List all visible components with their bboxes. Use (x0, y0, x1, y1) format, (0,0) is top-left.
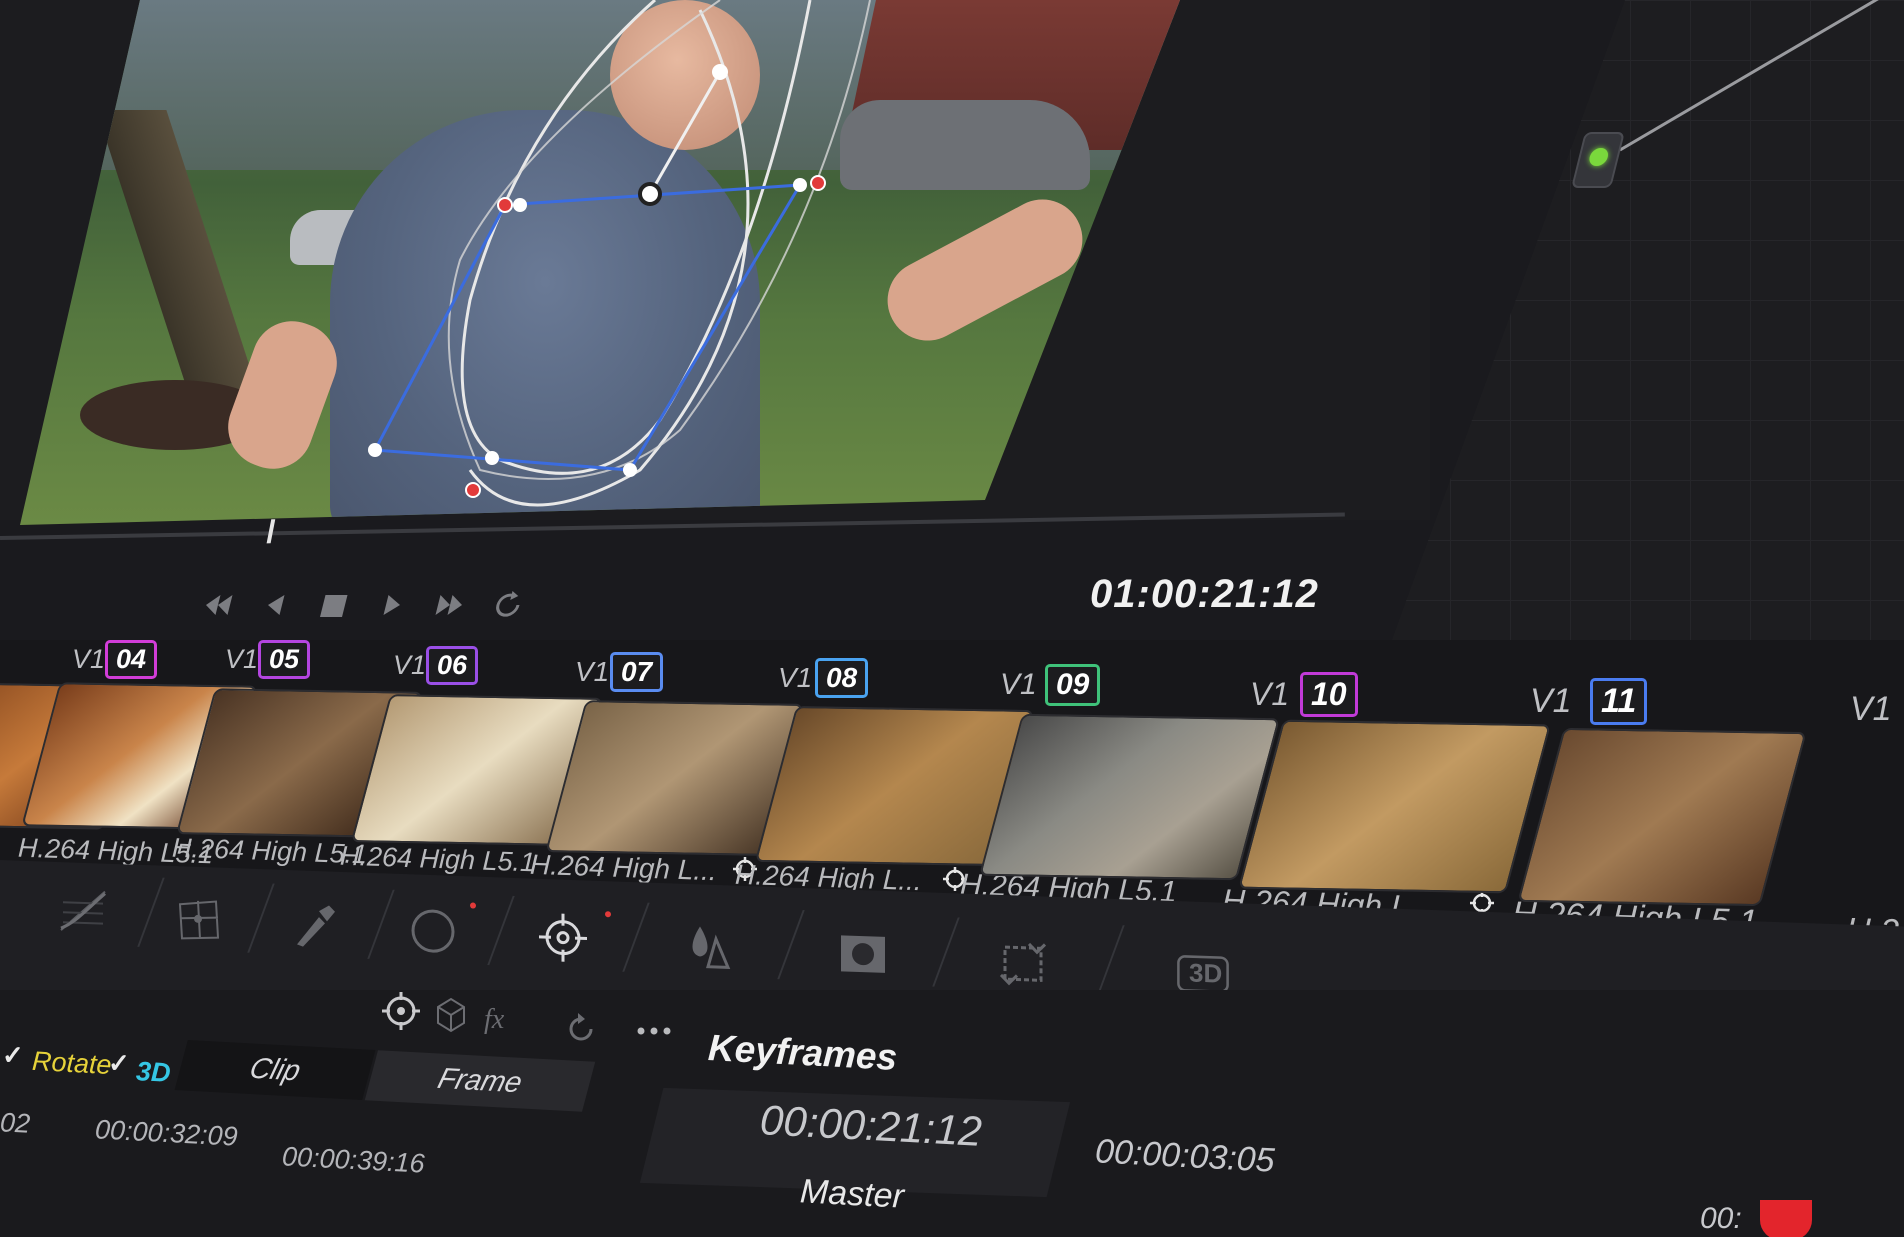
clip-tab[interactable]: Clip (174, 1040, 376, 1100)
clip-number-badge: 08 (815, 658, 869, 698)
key-button[interactable] (835, 925, 891, 983)
tracker-timecode: 00:00:32:09 (94, 1114, 239, 1152)
node-editor-panel[interactable] (1390, 0, 1904, 645)
play-reverse-button[interactable] (254, 587, 299, 623)
keyframe-duration-timecode: 00:00:03:05 (1094, 1132, 1276, 1180)
clip-thumbnail[interactable] (1238, 719, 1551, 894)
clip-track-label: V1 (1000, 668, 1037, 701)
clip-track-label: V1 (72, 644, 106, 674)
toolbar-divider (932, 917, 960, 987)
3d-checkbox[interactable]: ✓ (108, 1048, 130, 1079)
go-to-first-frame-button[interactable] (196, 587, 241, 623)
tracker-window-mode-button[interactable] (380, 990, 422, 1032)
clip-thumbnail[interactable] (978, 713, 1281, 881)
loop-button[interactable] (486, 587, 531, 623)
keyframe-playhead-marker[interactable] (1760, 1200, 1812, 1237)
keyframe-ruler-timecode: 00: (1700, 1202, 1742, 1235)
clip-thumbnail[interactable] (1517, 727, 1807, 907)
clip-track-label: V1 (1530, 682, 1572, 720)
clip-track-label: V1 (225, 644, 259, 674)
clip-number-badge: 07 (610, 652, 664, 692)
tracker-keyframe-area: fx ✓ Rotate ✓ 3D Clip Frame Keyframes 02… (0, 990, 1904, 1237)
subject-arm (873, 185, 1097, 355)
toolbar-divider (367, 889, 395, 959)
skip-back-icon (206, 595, 233, 615)
warp-icon (178, 900, 220, 940)
sizing-button[interactable] (995, 935, 1051, 993)
tracker-icon (539, 913, 587, 962)
tracker-timecode: 02 (0, 1107, 31, 1139)
clip-track-label: V1 (778, 662, 813, 693)
background-car (840, 100, 1090, 190)
keyframes-title: Keyframes (707, 1027, 899, 1078)
loop-icon (496, 591, 520, 617)
key-icon (841, 935, 885, 973)
cube-icon (437, 997, 465, 1033)
go-to-last-frame-button[interactable] (428, 587, 473, 623)
node-status-indicator (1587, 148, 1610, 166)
blur-button[interactable] (680, 918, 736, 976)
play-button[interactable] (370, 587, 415, 623)
toolbar-divider (137, 877, 165, 947)
clip-number-badge: 10 (1300, 672, 1358, 717)
tracker-button[interactable] (535, 909, 591, 967)
play-icon (383, 595, 400, 615)
3d-label: 3D (135, 1056, 172, 1088)
clip-track-label: V1 (1250, 676, 1290, 712)
clip-number-badge: 06 (426, 646, 479, 685)
rotate-label: Rotate (31, 1045, 113, 1081)
tracker-target-icon (382, 992, 420, 1030)
curves-icon (60, 890, 107, 931)
rotate-checkbox[interactable]: ✓ (2, 1040, 24, 1071)
3d-button-label: 3D (1189, 957, 1223, 989)
toolbar-divider (1097, 925, 1125, 995)
svg-text:fx: fx (484, 1004, 505, 1035)
window-active-indicator (470, 902, 476, 909)
transport-controls (194, 580, 532, 630)
stop-icon (320, 595, 348, 617)
reset-button[interactable] (560, 1008, 602, 1050)
clip-number-badge: 09 (1045, 664, 1101, 706)
skip-forward-icon (435, 595, 462, 615)
window-icon (411, 909, 455, 953)
subject-body (330, 110, 760, 525)
clip-number-badge: 11 (1590, 678, 1648, 725)
tracker-3d-cube-button[interactable] (430, 993, 472, 1035)
reset-icon (569, 1013, 593, 1041)
subject-head (610, 0, 760, 150)
blur-icon (692, 926, 731, 970)
toolbar-divider (487, 895, 515, 966)
tracker-fx-button[interactable]: fx (480, 996, 522, 1038)
sizing-icon (999, 942, 1047, 986)
more-options-button[interactable] (633, 1010, 675, 1052)
tracker-active-indicator (605, 911, 611, 918)
qualifier-button[interactable] (285, 896, 341, 954)
clip-track-label: V1 (393, 650, 427, 680)
clip-track-label: V1 (1850, 690, 1892, 728)
clip-number-badge: 04 (105, 640, 158, 679)
qualifier-icon (297, 905, 335, 947)
node-connection-line (1619, 0, 1904, 152)
viewer-timecode: 01:00:21:12 (1090, 572, 1319, 616)
keyframe-master-label: Master (799, 1172, 905, 1216)
fx-icon: fx (484, 1004, 505, 1035)
window-button[interactable] (405, 902, 461, 960)
more-icon (637, 1027, 671, 1035)
stop-button[interactable] (312, 587, 357, 623)
clip-number-badge: 05 (258, 640, 311, 679)
viewer-video-frame[interactable] (20, 0, 1180, 525)
curves-button[interactable] (55, 882, 111, 940)
viewer-panel (0, 0, 1430, 544)
toolbar-divider (622, 902, 650, 972)
clip-track-label: V1 (575, 656, 610, 687)
toolbar-divider (777, 910, 805, 980)
play-reverse-icon (268, 595, 285, 615)
frame-tab[interactable]: Frame (364, 1050, 596, 1112)
tracker-timecode: 00:00:39:16 (281, 1141, 426, 1179)
toolbar-divider (247, 883, 275, 953)
resolve-color-page: 01:00:21:12 V1 04 H.264 High L5.1 V1 05 H.264… (0, 0, 1904, 1237)
warper-button[interactable] (170, 890, 226, 948)
